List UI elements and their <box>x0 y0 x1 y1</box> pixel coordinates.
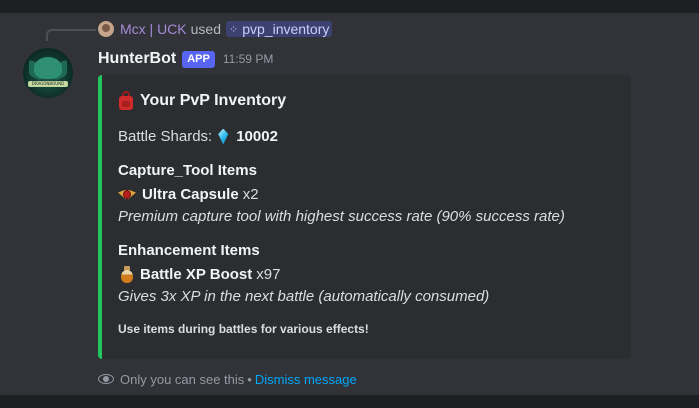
invoker-username[interactable]: Mcx | UCK <box>120 21 187 37</box>
bot-username[interactable]: HunterBot <box>98 50 176 68</box>
embed-title-text: Your PvP Inventory <box>140 92 287 109</box>
item-name: Ultra Capsule <box>142 186 239 203</box>
message-timestamp[interactable]: 11:59 PM <box>223 52 273 66</box>
dragon-icon <box>34 57 62 79</box>
item-line-ultra-capsule: Ultra Capsule x2 <box>118 186 259 203</box>
battle-shards-line: Battle Shards: 10002 <box>118 128 278 145</box>
ephemeral-notice: Only you can see this • Dismiss message <box>98 371 357 387</box>
item-description: Gives 3x XP in the next battle (automati… <box>118 288 490 305</box>
embed-footer-note: Use items during battles for various eff… <box>118 322 369 336</box>
bottom-bar <box>0 395 699 408</box>
separator-dot: • <box>247 371 252 387</box>
capsule-icon <box>118 187 136 203</box>
reply-used-text: used <box>190 21 221 37</box>
inventory-embed: Your PvP Inventory Battle Shards: 10002 … <box>98 75 631 359</box>
backpack-icon <box>118 91 134 111</box>
slash-command-icon: ⁘ <box>229 23 239 36</box>
bot-avatar[interactable]: DRAGONBOUND <box>23 48 73 98</box>
app-badge: APP <box>182 50 215 68</box>
potion-icon <box>120 266 134 283</box>
top-bar <box>0 0 699 13</box>
item-description: Premium capture tool with highest succes… <box>118 208 565 225</box>
message-header: HunterBot APP 11:59 PM <box>98 48 273 70</box>
slash-command-name: pvp_inventory <box>242 21 330 37</box>
invoker-avatar[interactable] <box>98 21 114 37</box>
item-quantity: x97 <box>256 266 281 283</box>
dismiss-message-link[interactable]: Dismiss message <box>255 372 357 387</box>
eye-icon <box>98 371 114 387</box>
shards-label: Battle Shards: <box>118 128 213 145</box>
slash-command-mention[interactable]: ⁘ pvp_inventory <box>226 21 333 37</box>
item-line-battle-xp-boost: Battle XP Boost x97 <box>118 266 280 283</box>
shards-value: 10002 <box>236 128 278 145</box>
item-name: Battle XP Boost <box>140 266 253 283</box>
section-heading-enhancement: Enhancement Items <box>118 242 260 259</box>
gem-icon <box>218 129 228 145</box>
section-heading-capture-tool: Capture_Tool Items <box>118 162 257 179</box>
command-reply-header: Mcx | UCK used ⁘ pvp_inventory <box>46 18 333 40</box>
item-quantity: x2 <box>242 186 259 203</box>
ephemeral-text: Only you can see this <box>120 371 245 387</box>
embed-title: Your PvP Inventory <box>118 91 286 111</box>
avatar-banner: DRAGONBOUND <box>28 81 68 87</box>
